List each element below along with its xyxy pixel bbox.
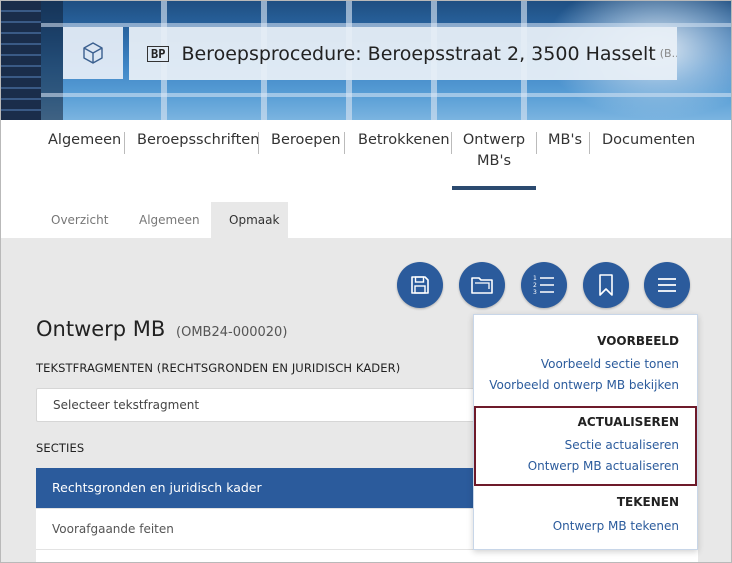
app-window: BP Beroepsprocedure: Beroepsstraat 2, 35… [0,0,732,563]
tab-divider [124,132,125,154]
sections-label: SECTIES [36,441,85,455]
procedure-subtitle: (B... [659,47,677,60]
menu-icon [658,278,676,292]
tab-divider [536,132,537,154]
bookmark-button[interactable] [583,262,629,308]
tab-label: Betrokkenen [358,132,450,148]
menu-item-ontwerp-tekenen[interactable]: Ontwerp MB tekenen [553,519,679,533]
save-icon [411,276,429,294]
menu-heading-tekenen: TEKENEN [616,495,679,509]
svg-text:3: 3 [533,289,537,296]
page-title-text: Ontwerp MB [36,317,166,341]
hero-building-image [1,1,41,120]
tab-algemeen[interactable]: Algemeen [48,130,121,151]
folder-icon [471,277,493,294]
active-tab-indicator [452,186,536,190]
tab-label-line2: MB's [477,153,511,169]
bookmark-icon [599,274,613,296]
highlight-box [474,406,697,486]
cube-icon-box [63,27,123,79]
menu-item-voorbeeld-ontwerp[interactable]: Voorbeeld ontwerp MB bekijken [489,378,679,392]
tab-beroepen[interactable]: Beroepen [271,130,341,151]
menu-heading-voorbeeld: VOORBEELD [597,334,679,348]
fragment-select[interactable]: Selecteer tekstfragment [36,388,506,422]
list-item-label: Rechtsgronden en juridisch kader [52,480,262,495]
tab-label: Beroepen [271,132,341,148]
tab-divider [589,132,590,154]
tab-betrokkenen[interactable]: Betrokkenen [358,130,450,151]
procedure-title-box: BP Beroepsprocedure: Beroepsstraat 2, 35… [129,27,677,80]
page-title-code: (OMB24-000020) [176,325,288,340]
sub-tabs: Overzicht Algemeen Opmaak [1,202,731,238]
tab-label: Algemeen [48,132,122,148]
tab-label: MB's [548,132,582,148]
menu-button[interactable] [644,262,690,308]
menu-item-voorbeeld-sectie[interactable]: Voorbeeld sectie tonen [541,357,679,371]
page-title: Ontwerp MB (OMB24-000020) [36,317,287,341]
tab-mbs[interactable]: MB's [548,130,582,151]
subtab-algemeen[interactable]: Algemeen [121,202,218,238]
list-item-label: Voorafgaande feiten [52,522,174,536]
hero-shadow [41,1,63,120]
tab-divider [344,132,345,154]
main-tabs: Algemeen Beroepsschriften Beroepen Betro… [1,120,731,202]
tab-documenten[interactable]: Documenten [602,130,695,151]
subtab-overzicht[interactable]: Overzicht [33,202,126,238]
tab-label: Ontwerp [462,132,526,148]
fragments-label: TEKSTFRAGMENTEN (RECHTSGRONDEN EN JURIDI… [36,361,401,375]
svg-text:2: 2 [533,282,537,289]
hero-banner: BP Beroepsprocedure: Beroepsstraat 2, 35… [1,1,731,120]
tab-ontwerp-mbs[interactable]: Ontwerp MB's [452,130,536,172]
subtab-opmaak[interactable]: Opmaak [211,202,288,238]
save-button[interactable] [397,262,443,308]
numbered-list-button[interactable]: 1 2 3 [521,262,567,308]
cube-icon [83,42,103,64]
tab-divider [258,132,259,154]
bp-badge: BP [147,45,170,62]
tab-label: Documenten [602,132,696,148]
list-item[interactable] [36,550,698,562]
tab-label: Beroepsschriften [137,132,260,148]
folder-button[interactable] [459,262,505,308]
procedure-title: Beroepsprocedure: Beroepsstraat 2, 3500 … [181,42,656,65]
fragment-select-value: Selecteer tekstfragment [53,398,200,412]
numbered-list-icon: 1 2 3 [533,275,554,296]
svg-text:1: 1 [533,275,537,282]
tab-beroepsschriften[interactable]: Beroepsschriften [137,130,259,151]
